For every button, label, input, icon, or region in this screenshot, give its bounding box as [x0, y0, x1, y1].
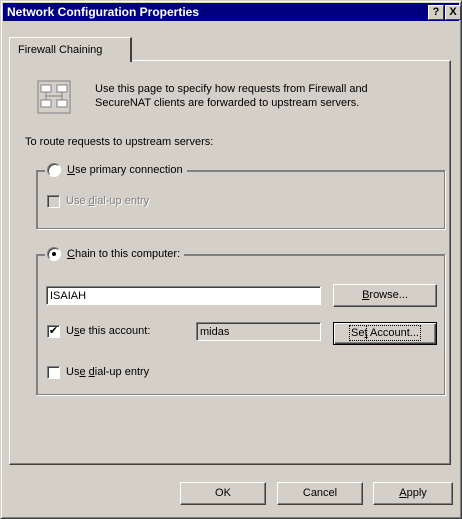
primary-connection-group: Use primary connection Use dial-up entry [36, 162, 446, 230]
primary-connection-radio[interactable]: Use primary connection [45, 162, 187, 178]
use-account-checkbox[interactable]: ✔ [47, 324, 60, 338]
chain-dialup-checkbox[interactable] [47, 365, 60, 379]
radio-unselected [47, 163, 61, 177]
set-account-button[interactable]: Set Account... [333, 322, 437, 345]
route-label: To route requests to upstream servers: [25, 136, 214, 148]
primary-connection-label: Use primary connection [67, 164, 183, 176]
chain-computer-radio[interactable]: Chain to this computer: [45, 246, 185, 262]
chain-computer-label: Chain to this computer: [67, 248, 181, 260]
computer-name-input[interactable]: ISAIAH [46, 286, 321, 305]
window-title: Network Configuration Properties [7, 5, 200, 19]
intro-text: Use this page to specify how requests fr… [95, 83, 368, 109]
primary-dialup-checkbox-row[interactable]: Use dial-up entry [47, 193, 149, 209]
ok-button[interactable]: OK [180, 482, 266, 505]
network-chaining-icon [37, 80, 71, 114]
use-account-label: Use this account: [66, 325, 151, 337]
use-account-checkbox-row[interactable]: ✔ Use this account: [47, 323, 150, 339]
tab-label: Firewall Chaining [18, 44, 103, 56]
title-bar[interactable]: Network Configuration Properties ? X [3, 3, 461, 21]
chain-dialup-checkbox-row[interactable]: Use dial-up entry [47, 364, 149, 380]
primary-dialup-label: Use dial-up entry [66, 195, 150, 207]
chain-dialup-label: Use dial-up entry [66, 366, 150, 378]
close-button[interactable]: X [445, 5, 461, 20]
apply-button[interactable]: Apply [373, 482, 453, 505]
help-button[interactable]: ? [428, 5, 444, 20]
browse-button[interactable]: Browse... [333, 284, 437, 307]
primary-dialup-checkbox[interactable] [47, 194, 60, 208]
radio-selected [47, 247, 61, 261]
cancel-button[interactable]: Cancel [277, 482, 363, 505]
account-name-field: midas [196, 322, 321, 341]
tab-firewall-chaining[interactable]: Firewall Chaining [9, 37, 132, 62]
